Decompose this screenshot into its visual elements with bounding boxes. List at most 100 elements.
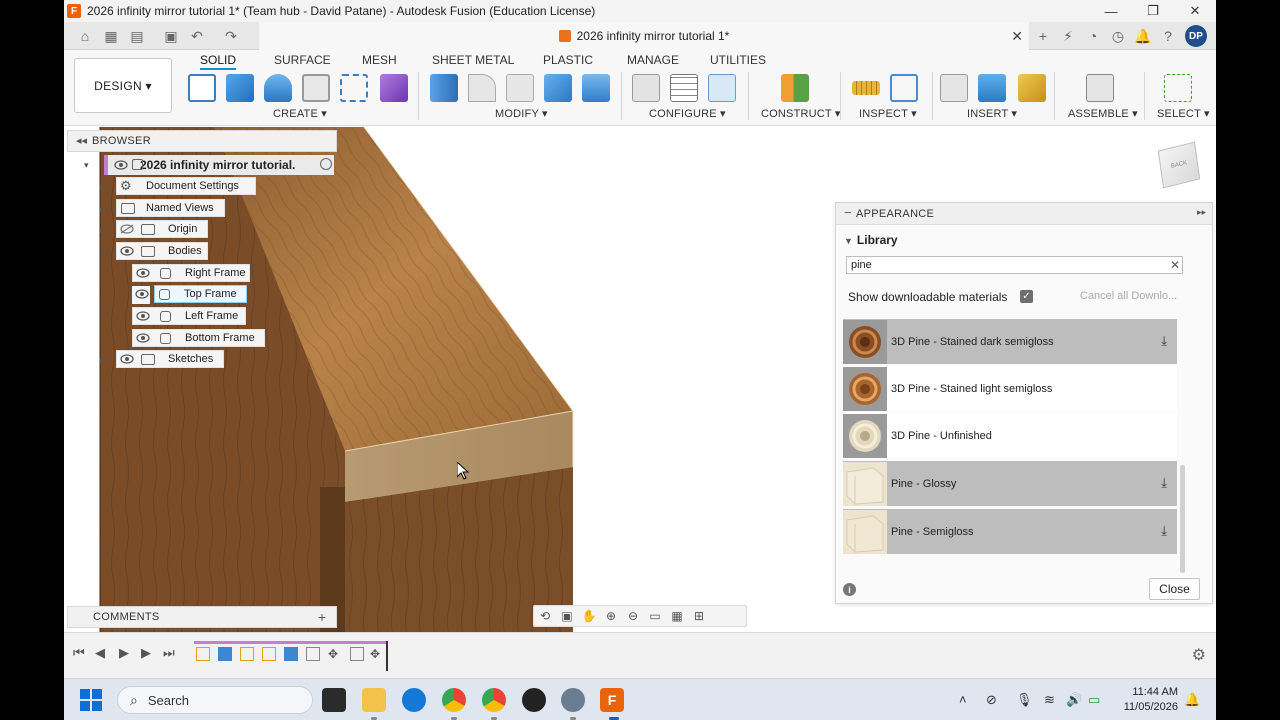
close-tab-icon[interactable]: ✕ [1011,28,1023,45]
display-settings-icon[interactable]: ▭ [644,609,666,623]
comments-panel-header[interactable]: COMMENTS + [67,606,337,628]
orbit-icon[interactable]: ⟲ [534,609,556,623]
taskbar-search[interactable]: ⌕ Search [117,686,313,714]
viewports-icon[interactable]: ⊞ [688,609,710,623]
settings-icon[interactable] [561,688,585,712]
go-to-start-icon[interactable]: ⏮ [73,645,85,661]
redo-icon[interactable]: ↷ [222,27,240,45]
play-icon[interactable]: ▶ [119,645,129,661]
tree-sketches[interactable]: Sketches [116,350,224,368]
timeline-track[interactable] [194,641,388,644]
timeline-settings-icon[interactable]: ⚙ [1192,645,1206,665]
browser-panel-header[interactable]: ◂◂ BROWSER [67,130,337,152]
look-at-icon[interactable]: ▣ [556,609,578,623]
show-hidden-icons[interactable]: ˄ [959,692,967,707]
list-item[interactable]: 3D Pine - Stained light semigloss [843,366,1177,411]
visibility-eye-icon[interactable] [114,160,128,170]
timeline-feature-icon[interactable] [306,647,320,661]
go-to-end-icon[interactable]: ⏭ [163,645,175,661]
volume-icon[interactable]: 🔊 [1066,692,1082,708]
tab-surface[interactable]: SURFACE [274,53,331,67]
download-icon[interactable]: ⤓ [1161,523,1167,539]
measure-icon[interactable] [852,81,880,95]
tree-bodies[interactable]: Bodies [116,242,208,260]
help-icon[interactable]: ? [1159,27,1177,45]
wifi-icon[interactable]: ≋ [1044,692,1055,708]
expand-sketches-icon[interactable]: ▸ [100,355,105,366]
timeline-sketch-icon[interactable] [262,647,276,661]
visibility-eye-icon[interactable] [120,354,134,364]
collapse-icon[interactable]: − [844,205,852,220]
press-pull-icon[interactable] [430,74,458,102]
app-circle-icon[interactable] [522,688,546,712]
expand-root-icon[interactable]: ▾ [84,160,89,171]
inspect-menu[interactable]: INSPECT ▾ [859,107,917,120]
assemble-menu[interactable]: ASSEMBLE ▾ [1068,107,1138,120]
apps-grid-icon[interactable]: ▦ [102,27,120,45]
create-menu[interactable]: CREATE ▾ [273,107,327,120]
visibility-eye-icon[interactable] [136,311,150,321]
tree-body-bottom-frame[interactable]: Bottom Frame [132,329,265,347]
browser-root-node[interactable]: 2026 infinity mirror tutorial... [104,155,334,175]
expand-named-views-icon[interactable]: ▸ [100,204,105,215]
configuration-table-icon[interactable] [670,74,698,102]
material-search-input[interactable] [846,256,1183,274]
insert-menu[interactable]: INSERT ▾ [967,107,1017,120]
document-tab[interactable]: 2026 infinity mirror tutorial 1* ✕ [259,22,1029,50]
fit-icon[interactable]: ⊖ [622,609,644,623]
new-tab-icon[interactable]: + [1034,27,1052,45]
task-view-icon[interactable] [322,688,346,712]
tab-manage[interactable]: MANAGE [627,53,679,67]
minimize-icon[interactable]: — [1090,0,1132,22]
shell-icon[interactable] [544,74,572,102]
expand-origin-icon[interactable]: ▸ [100,225,105,236]
fusion-taskbar-icon[interactable]: F [600,688,624,712]
job-status-icon[interactable]: ◔ [1084,27,1102,45]
user-avatar[interactable]: DP [1185,25,1207,47]
modify-menu[interactable]: MODIFY ▾ [495,107,548,120]
configure-rules-icon[interactable] [708,74,736,102]
configure-model-icon[interactable] [632,74,660,102]
timeline-move-icon[interactable]: ✥ [328,647,342,661]
joint-icon[interactable] [1086,74,1114,102]
list-item[interactable]: 3D Pine - Unfinished [843,413,1177,458]
list-item[interactable]: Pine - Glossy ⤓ [843,461,1177,506]
system-clock[interactable]: 11:44 AM 11/05/2026 [1124,685,1178,715]
visibility-eye-icon[interactable] [120,246,134,256]
zoom-icon[interactable]: ⊕ [600,609,622,623]
construct-menu[interactable]: CONSTRUCT ▾ [761,107,841,120]
select-menu[interactable]: SELECT ▾ [1157,107,1210,120]
expand-panel-icon[interactable]: ▸▸ [1197,207,1206,218]
insert-mesh-icon[interactable] [1018,74,1046,102]
info-icon[interactable]: i [843,583,856,596]
interference-icon[interactable] [890,74,918,102]
revolve-icon[interactable] [264,74,292,102]
tab-solid[interactable]: SOLID [200,53,237,70]
chrome-icon[interactable] [442,688,466,712]
configure-menu[interactable]: CONFIGURE ▾ [649,107,726,120]
tree-named-views[interactable]: Named Views [116,199,225,217]
hole-icon[interactable] [302,74,330,102]
timeline-sketch-icon[interactable] [196,647,210,661]
notification-center-icon[interactable]: 🔔 [1184,692,1200,708]
timeline-extrude-icon[interactable] [284,647,298,661]
material-list-scrollbar[interactable] [1180,465,1185,573]
fillet-icon[interactable] [468,74,496,102]
cancel-downloads-link[interactable]: Cancel all Downlo... [1080,290,1177,302]
tab-mesh[interactable]: MESH [362,53,397,67]
tab-utilities[interactable]: UTILITIES [710,53,766,67]
tree-body-left-frame[interactable]: Left Frame [132,307,246,325]
save-icon[interactable]: ▣ [162,27,180,45]
create-sketch-icon[interactable] [188,74,216,102]
workspace-switcher[interactable]: DESIGN ▾ [74,58,172,113]
create-form-icon[interactable] [380,74,408,102]
file-explorer-icon[interactable] [362,688,386,712]
microphone-icon[interactable]: 🎙 [1016,692,1033,708]
tree-document-settings[interactable]: ⚙ Document Settings [116,177,256,195]
show-downloadable-checkbox[interactable]: ✓ [1020,290,1033,303]
collapse-panel-icon[interactable]: ◂◂ [76,134,87,147]
download-icon[interactable]: ⤓ [1161,475,1167,491]
download-icon[interactable]: ⤓ [1161,333,1167,349]
step-back-icon[interactable]: ◀ [95,645,105,661]
tab-sheet-metal[interactable]: SHEET METAL [432,53,514,67]
